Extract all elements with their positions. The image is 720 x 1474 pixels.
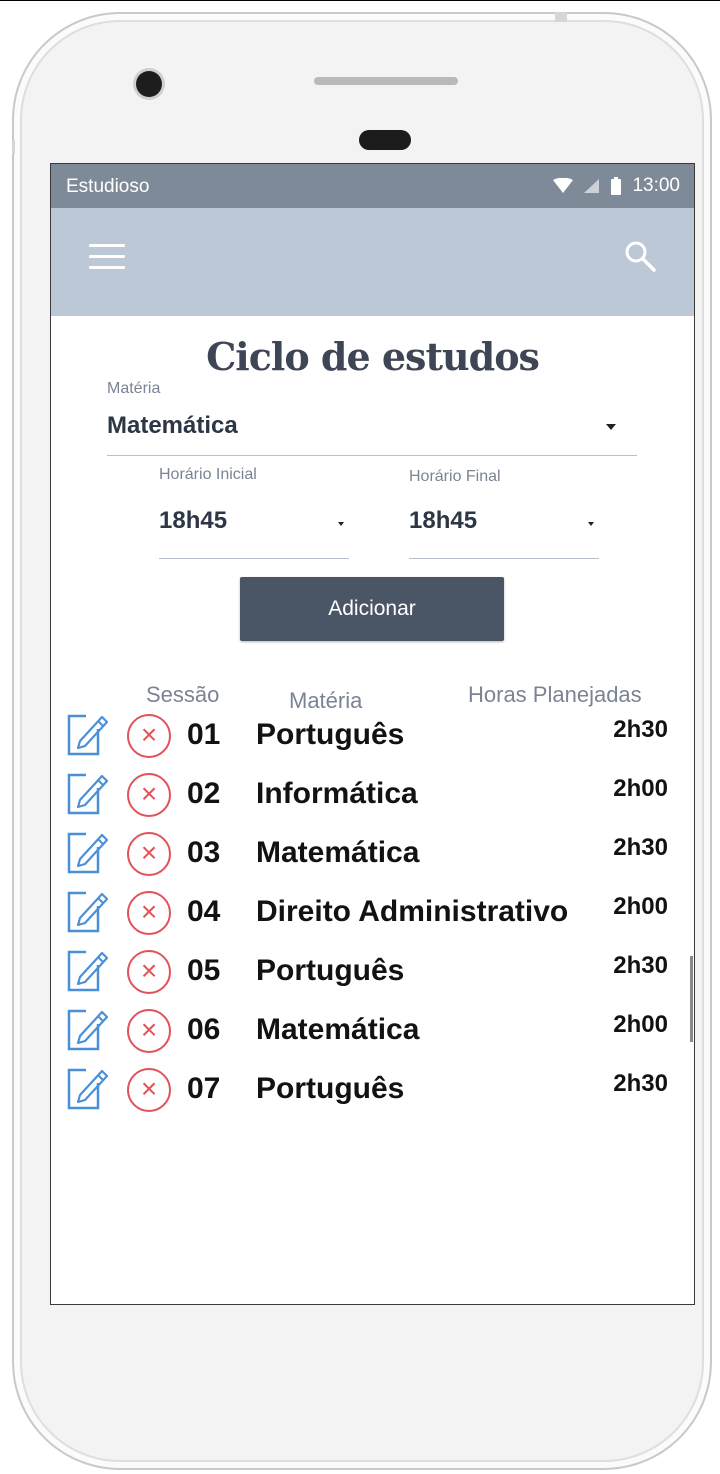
session-subject: Português (256, 718, 405, 751)
delete-icon[interactable]: × (127, 891, 171, 935)
delete-icon[interactable]: × (127, 950, 171, 994)
delete-icon[interactable]: × (127, 1068, 171, 1112)
phone-screen: Estudioso 13:00 Ciclo de estudos Matéria… (50, 163, 695, 1305)
edit-icon[interactable] (66, 711, 108, 757)
session-subject: Matemática (256, 1013, 420, 1046)
session-number: 06 (187, 1013, 221, 1046)
column-header-session: Sessão (146, 682, 220, 707)
subject-label: Matéria (107, 380, 161, 397)
status-time: 13:00 (632, 175, 680, 196)
subject-underline (107, 455, 637, 456)
session-hours: 2h30 (613, 834, 668, 861)
edit-icon[interactable] (66, 947, 108, 993)
table-row: × 06 Matemática 2h00 (51, 1005, 694, 1063)
subject-value: Matemática (107, 412, 238, 439)
battery-icon (611, 177, 622, 195)
dropdown-arrow-icon (338, 522, 344, 526)
session-hours: 2h00 (613, 1011, 668, 1038)
session-number: 05 (187, 954, 221, 987)
earpiece-speaker (314, 77, 458, 85)
status-indicators: 13:00 (552, 175, 680, 197)
delete-icon[interactable]: × (127, 714, 171, 758)
status-app-name: Estudioso (66, 176, 150, 197)
add-button[interactable]: Adicionar (240, 577, 504, 641)
app-bar (51, 208, 694, 316)
session-subject: Informática (256, 777, 418, 810)
session-hours: 2h00 (613, 775, 668, 802)
session-number: 07 (187, 1072, 221, 1105)
signal-icon (584, 179, 600, 193)
start-time-value: 18h45 (159, 507, 228, 534)
delete-icon[interactable]: × (127, 773, 171, 817)
edit-icon[interactable] (66, 1065, 108, 1111)
start-time-label: Horário Inicial (159, 466, 257, 483)
wifi-icon (553, 178, 574, 193)
session-subject: Matemática (256, 836, 420, 869)
table-row: × 05 Português 2h30 (51, 946, 694, 1004)
end-time-label: Horário Final (409, 468, 501, 485)
session-number: 04 (187, 895, 221, 928)
delete-icon[interactable]: × (127, 832, 171, 876)
session-hours: 2h00 (613, 893, 668, 920)
column-header-hours: Horas Planejadas (468, 682, 642, 707)
session-number: 03 (187, 836, 221, 869)
top-border-line (0, 0, 720, 1)
session-number: 01 (187, 718, 221, 751)
table-row: × 02 Informática 2h00 (51, 769, 694, 827)
session-subject: Português (256, 1072, 405, 1105)
table-row: × 07 Português 2h30 (51, 1064, 694, 1122)
end-time-value: 18h45 (409, 507, 478, 534)
table-row: × 04 Direito Administrativo 2h00 (51, 887, 694, 945)
page-title: Ciclo de estudos (206, 334, 540, 379)
side-button-left (12, 140, 15, 154)
session-hours: 2h30 (613, 1070, 668, 1097)
session-number: 02 (187, 777, 221, 810)
session-hours: 2h30 (613, 952, 668, 979)
dropdown-arrow-icon (606, 424, 616, 430)
edit-icon[interactable] (66, 888, 108, 934)
edit-icon[interactable] (66, 770, 108, 816)
start-time-underline (159, 558, 349, 559)
search-icon[interactable] (622, 238, 658, 274)
scrollbar[interactable] (690, 956, 693, 1042)
table-row: × 01 Português 2h30 (51, 710, 694, 768)
edit-icon[interactable] (66, 829, 108, 875)
status-bar: Estudioso 13:00 (51, 164, 694, 208)
proximity-sensor (359, 130, 411, 150)
session-hours: 2h30 (613, 716, 668, 743)
table-row: × 03 Matemática 2h30 (51, 828, 694, 886)
front-camera (136, 71, 162, 97)
session-subject: Direito Administrativo (256, 895, 569, 928)
edit-icon[interactable] (66, 1006, 108, 1052)
session-subject: Português (256, 954, 405, 987)
delete-icon[interactable]: × (127, 1009, 171, 1053)
top-button (555, 12, 567, 22)
hamburger-icon[interactable] (89, 244, 125, 272)
end-time-underline (409, 558, 599, 559)
dropdown-arrow-icon (588, 522, 594, 526)
